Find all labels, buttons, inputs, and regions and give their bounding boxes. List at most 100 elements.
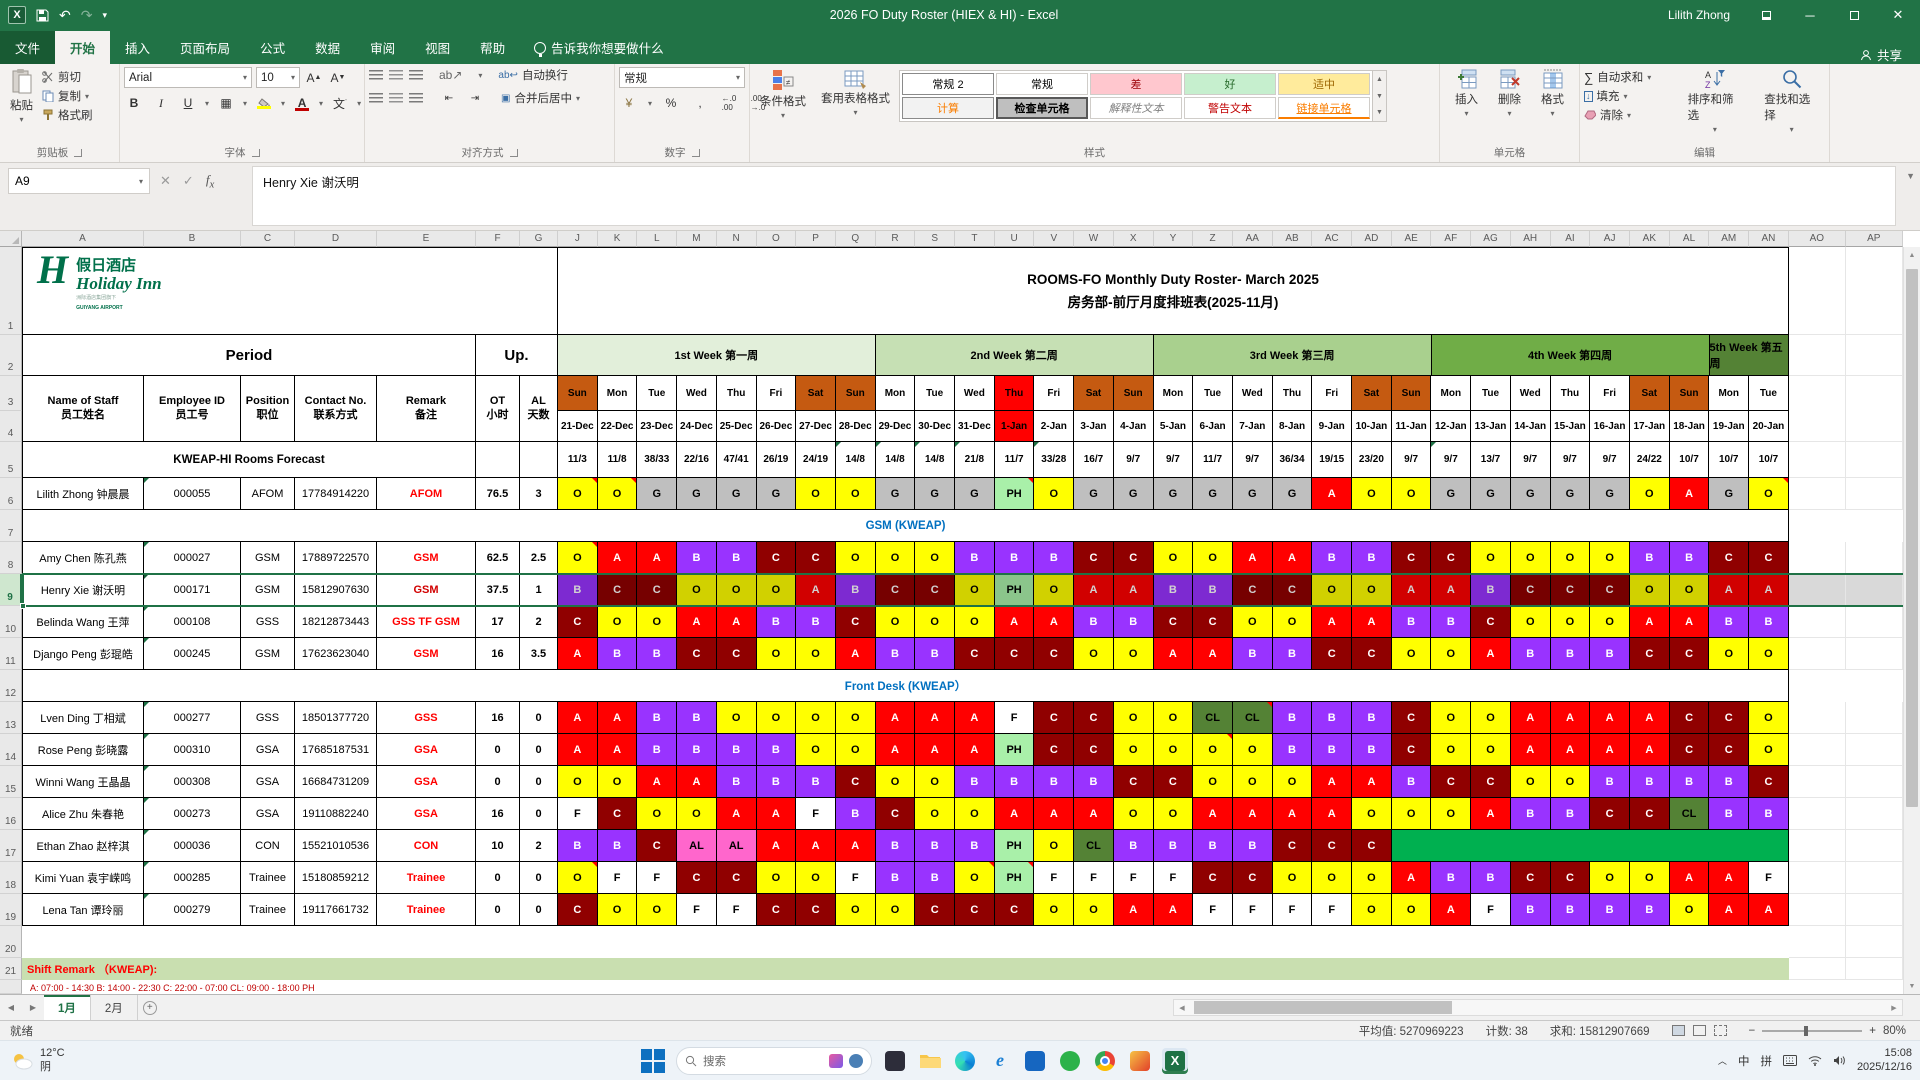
- staff-17-name[interactable]: Ethan Zhao 赵梓淇: [22, 830, 144, 862]
- tab-page-layout[interactable]: 页面布局: [165, 31, 245, 64]
- cell-AO19[interactable]: [1788, 894, 1846, 926]
- shift-10-27-Dec[interactable]: B: [796, 606, 836, 638]
- column-header-U[interactable]: U: [994, 231, 1035, 247]
- maximize-button[interactable]: [1832, 0, 1876, 30]
- shift-6-24-Dec[interactable]: G: [677, 478, 717, 510]
- shift-6-1-Jan[interactable]: PH: [994, 478, 1035, 510]
- shift-8-13-Jan[interactable]: O: [1471, 542, 1511, 574]
- orientation-button[interactable]: ab↗: [439, 68, 462, 82]
- row-header-3[interactable]: 3: [0, 376, 22, 411]
- shift-17-28-Dec[interactable]: A: [835, 830, 876, 862]
- staff-19-al[interactable]: 0: [520, 894, 558, 926]
- shift-10-12-Jan[interactable]: B: [1431, 606, 1472, 638]
- ime-pin-icon[interactable]: 拼: [1760, 1053, 1772, 1069]
- shift-11-26-Dec[interactable]: O: [756, 638, 797, 670]
- insert-cells-button[interactable]: 插入 ▾: [1449, 67, 1484, 120]
- shift-8-19-Jan[interactable]: C: [1709, 542, 1750, 574]
- shift-13-3-Jan[interactable]: C: [1074, 702, 1114, 734]
- shift-9-30-Dec[interactable]: C: [915, 574, 956, 606]
- shift-10-30-Dec[interactable]: O: [915, 606, 956, 638]
- shift-9-27-Dec[interactable]: A: [796, 574, 836, 606]
- column-header-S[interactable]: S: [915, 231, 956, 247]
- column-header-F[interactable]: F: [476, 231, 520, 247]
- shift-16-23-Dec[interactable]: O: [637, 798, 678, 830]
- shift-11-18-Jan[interactable]: C: [1669, 638, 1710, 670]
- number-format-select[interactable]: 常规 ▾: [619, 67, 745, 88]
- forecast-25-Dec[interactable]: 47/41: [716, 442, 757, 478]
- column-header-AA[interactable]: AA: [1232, 231, 1273, 247]
- forecast-26-Dec[interactable]: 26/19: [756, 442, 797, 478]
- shift-19-1-Jan[interactable]: C: [994, 894, 1035, 926]
- tab-review[interactable]: 审阅: [355, 31, 410, 64]
- shift-13-13-Jan[interactable]: O: [1471, 702, 1511, 734]
- shift-13-31-Dec[interactable]: A: [955, 702, 995, 734]
- vertical-scrollbar[interactable]: ▲ ▼: [1903, 247, 1920, 994]
- shift-18-14-Jan[interactable]: C: [1510, 862, 1551, 894]
- shift-8-14-Jan[interactable]: O: [1510, 542, 1551, 574]
- shift-15-21-Dec[interactable]: O: [558, 766, 598, 798]
- cell-AO16[interactable]: [1788, 798, 1846, 830]
- shift-18-27-Dec[interactable]: O: [796, 862, 836, 894]
- fill-color-caret[interactable]: ▾: [281, 99, 285, 108]
- staff-17-employee-id[interactable]: 000036: [144, 830, 241, 862]
- shift-10-3-Jan[interactable]: B: [1074, 606, 1114, 638]
- shift-19-11-Jan[interactable]: O: [1391, 894, 1432, 926]
- shift-17-23-Dec[interactable]: C: [637, 830, 678, 862]
- shift-16-25-Dec[interactable]: A: [716, 798, 757, 830]
- shift-8-28-Dec[interactable]: O: [835, 542, 876, 574]
- staff-15-position[interactable]: GSA: [241, 766, 295, 798]
- search-box[interactable]: 搜索: [676, 1046, 872, 1075]
- shift-14-2-Jan[interactable]: C: [1034, 734, 1075, 766]
- shift-6-9-Jan[interactable]: A: [1312, 478, 1353, 510]
- staff-6-remark[interactable]: AFOM: [377, 478, 476, 510]
- shift-14-8-Jan[interactable]: B: [1272, 734, 1313, 766]
- align-top-icon[interactable]: [369, 69, 383, 81]
- shift-15-11-Jan[interactable]: B: [1391, 766, 1432, 798]
- shift-11-21-Dec[interactable]: A: [558, 638, 598, 670]
- shift-10-6-Jan[interactable]: C: [1193, 606, 1233, 638]
- shift-9-21-Dec[interactable]: B: [558, 574, 598, 606]
- staff-17-ot[interactable]: 10: [476, 830, 520, 862]
- staff-8-name[interactable]: Amy Chen 陈孔燕: [22, 542, 144, 574]
- shift-17-5-Jan[interactable]: B: [1153, 830, 1194, 862]
- row-header-1[interactable]: 1: [0, 247, 22, 335]
- shift-11-27-Dec[interactable]: O: [796, 638, 836, 670]
- staff-16-al[interactable]: 0: [520, 798, 558, 830]
- row-header-13[interactable]: 13: [0, 702, 22, 734]
- staff-8-remark[interactable]: GSM: [377, 542, 476, 574]
- shift-13-6-Jan[interactable]: CL: [1193, 702, 1233, 734]
- shift-15-23-Dec[interactable]: A: [637, 766, 678, 798]
- row-header-4[interactable]: 4: [0, 411, 22, 442]
- format-painter-button[interactable]: 格式刷: [42, 107, 93, 123]
- shift-16-12-Jan[interactable]: O: [1431, 798, 1472, 830]
- shift-19-22-Dec[interactable]: O: [597, 894, 638, 926]
- phonetic-guide-button[interactable]: 文 ¨: [330, 93, 350, 113]
- forecast-15-Jan[interactable]: 9/7: [1550, 442, 1591, 478]
- staff-16-name[interactable]: Alice Zhu 朱春艳: [22, 798, 144, 830]
- increase-decimal-icon[interactable]: ←.0.00: [719, 93, 739, 113]
- staff-17-position[interactable]: CON: [241, 830, 295, 862]
- shift-10-8-Jan[interactable]: O: [1272, 606, 1313, 638]
- shift-9-11-Jan[interactable]: A: [1391, 574, 1432, 606]
- sheet-tab-jan[interactable]: 1月: [44, 995, 91, 1020]
- shift-9-2-Jan[interactable]: O: [1034, 574, 1075, 606]
- forecast-9-Jan[interactable]: 19/15: [1312, 442, 1353, 478]
- zoom-level[interactable]: 80%: [1883, 1025, 1906, 1037]
- row-header-21[interactable]: 21: [0, 958, 22, 980]
- shift-9-28-Dec[interactable]: B: [835, 574, 876, 606]
- shift-9-22-Dec[interactable]: C: [597, 574, 638, 606]
- shift-6-22-Dec[interactable]: O: [597, 478, 638, 510]
- staff-18-employee-id[interactable]: 000285: [144, 862, 241, 894]
- shift-13-7-Jan[interactable]: CL: [1232, 702, 1273, 734]
- enter-icon[interactable]: ✓: [183, 173, 194, 189]
- shift-8-8-Jan[interactable]: A: [1272, 542, 1313, 574]
- shift-9-16-Jan[interactable]: C: [1590, 574, 1630, 606]
- shift-8-16-Jan[interactable]: O: [1590, 542, 1630, 574]
- shift-8-25-Dec[interactable]: B: [716, 542, 757, 574]
- shift-16-5-Jan[interactable]: O: [1153, 798, 1194, 830]
- shift-17-31-Dec[interactable]: B: [955, 830, 995, 862]
- staff-11-ot[interactable]: 16: [476, 638, 520, 670]
- shift-6-31-Dec[interactable]: G: [955, 478, 995, 510]
- forecast-8-Jan[interactable]: 36/34: [1272, 442, 1313, 478]
- tab-file[interactable]: 文件: [0, 31, 56, 64]
